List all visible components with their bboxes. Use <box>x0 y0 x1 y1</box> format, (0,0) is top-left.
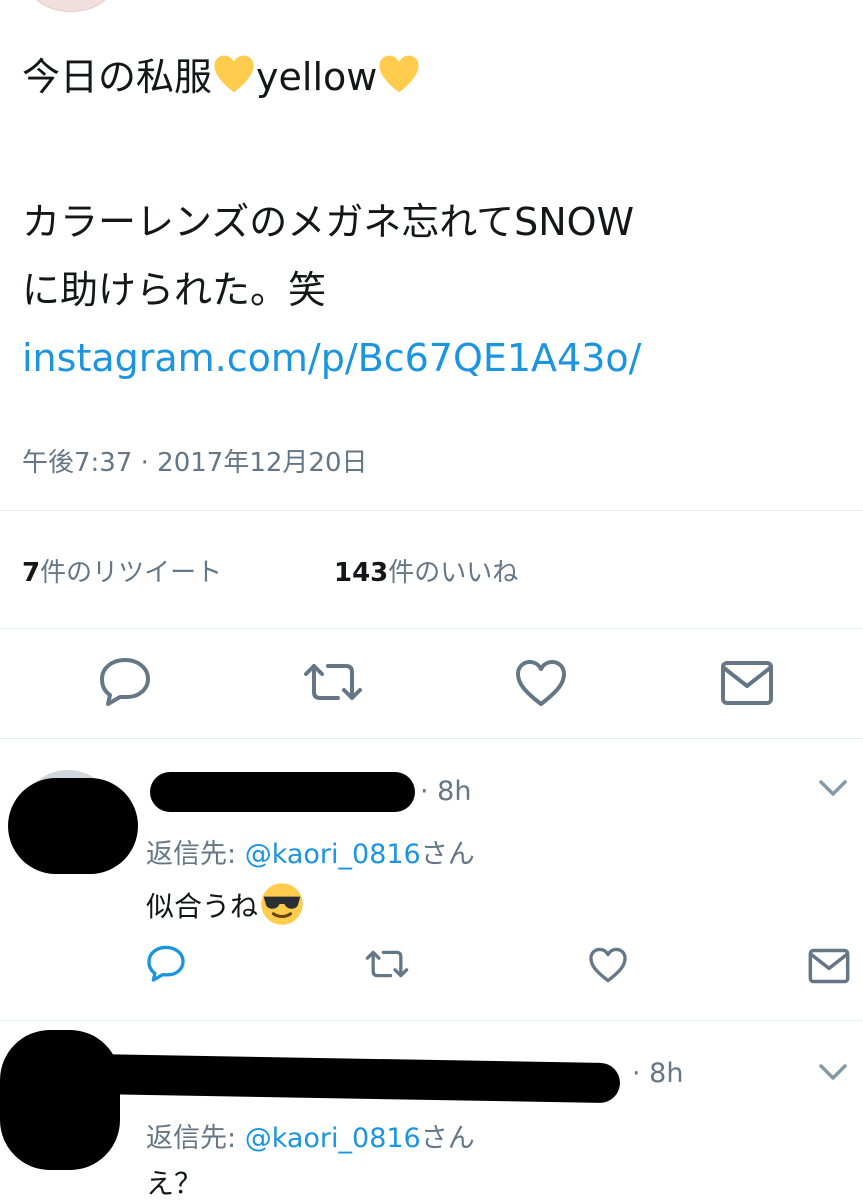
reply-retweet-button[interactable] <box>364 948 410 980</box>
reply-like-button[interactable] <box>588 946 628 984</box>
retweet-count-label: 件のリツイート <box>40 558 223 588</box>
retweet-count-link[interactable]: 7件のリツイート <box>22 552 222 589</box>
reply-button[interactable] <box>98 656 152 706</box>
reply-to-prefix: 返信先: <box>146 839 245 870</box>
reply-to-suffix: さん <box>420 1123 475 1154</box>
redaction-scribble <box>8 778 138 874</box>
reply-time[interactable]: · 8h <box>420 776 471 807</box>
retweet-icon <box>365 950 409 978</box>
instagram-link[interactable]: instagram.com/p/Bc67QE1A43o/ <box>22 336 641 380</box>
author-avatar[interactable] <box>30 0 112 12</box>
like-count-label: 件のいいね <box>388 558 519 588</box>
reply-icon <box>100 658 150 706</box>
divider <box>0 628 863 629</box>
reply-to-mention[interactable]: @kaori_0816 <box>245 839 421 870</box>
reply-to-mention[interactable]: @kaori_0816 <box>245 1123 421 1154</box>
tweet-text-line-3: に助けられた。笑 <box>22 268 327 312</box>
tweet-text-line-2: カラーレンズのメガネ忘れてSNOW <box>22 200 635 244</box>
tweet-text-line-1: 今日の私服 yellow <box>22 52 421 102</box>
reply-time[interactable]: · 8h <box>632 1058 683 1089</box>
chevron-down-icon <box>819 780 847 796</box>
reply-icon <box>147 945 185 982</box>
message-button[interactable] <box>720 660 774 706</box>
yellow-heart-emoji-icon <box>214 55 254 93</box>
like-button[interactable] <box>514 658 568 708</box>
message-icon <box>808 948 850 984</box>
redaction-scribble <box>0 1030 120 1170</box>
like-icon <box>516 660 566 706</box>
reply-reply-button[interactable] <box>146 944 186 982</box>
reply-to-prefix: 返信先: <box>146 1123 245 1154</box>
tweet-timestamp[interactable]: 午後7:37 · 2017年12月20日 <box>22 442 368 479</box>
like-count-link[interactable]: 143件のいいね <box>334 552 518 589</box>
reply-text: え？ <box>146 1167 203 1200</box>
redaction-scribble <box>150 772 415 812</box>
reply-menu-button[interactable] <box>818 1062 848 1086</box>
yellow-heart-emoji-icon <box>379 55 419 93</box>
reply-text: 似合うね <box>146 882 304 926</box>
retweet-icon <box>304 664 362 700</box>
message-icon <box>721 661 773 705</box>
sunglasses-emoji-icon <box>261 883 303 925</box>
reply-text-content: 似合うね <box>146 890 259 923</box>
tweet-text-part-1: 今日の私服 <box>22 55 213 99</box>
divider <box>0 738 863 739</box>
tweet-text-part-2: yellow <box>256 55 378 99</box>
like-count: 143 <box>334 558 389 588</box>
chevron-down-icon <box>819 1064 847 1080</box>
divider <box>0 510 863 511</box>
like-icon <box>589 947 627 983</box>
reply-menu-button[interactable] <box>818 778 848 802</box>
retweet-count: 7 <box>22 558 41 588</box>
reply-message-button[interactable] <box>808 948 850 984</box>
divider <box>0 1020 863 1021</box>
reply-to-suffix: さん <box>420 839 475 870</box>
reply-to-line: 返信先: @kaori_0816さん <box>146 832 475 871</box>
retweet-button[interactable] <box>302 660 364 704</box>
reply-to-line: 返信先: @kaori_0816さん <box>146 1116 475 1155</box>
